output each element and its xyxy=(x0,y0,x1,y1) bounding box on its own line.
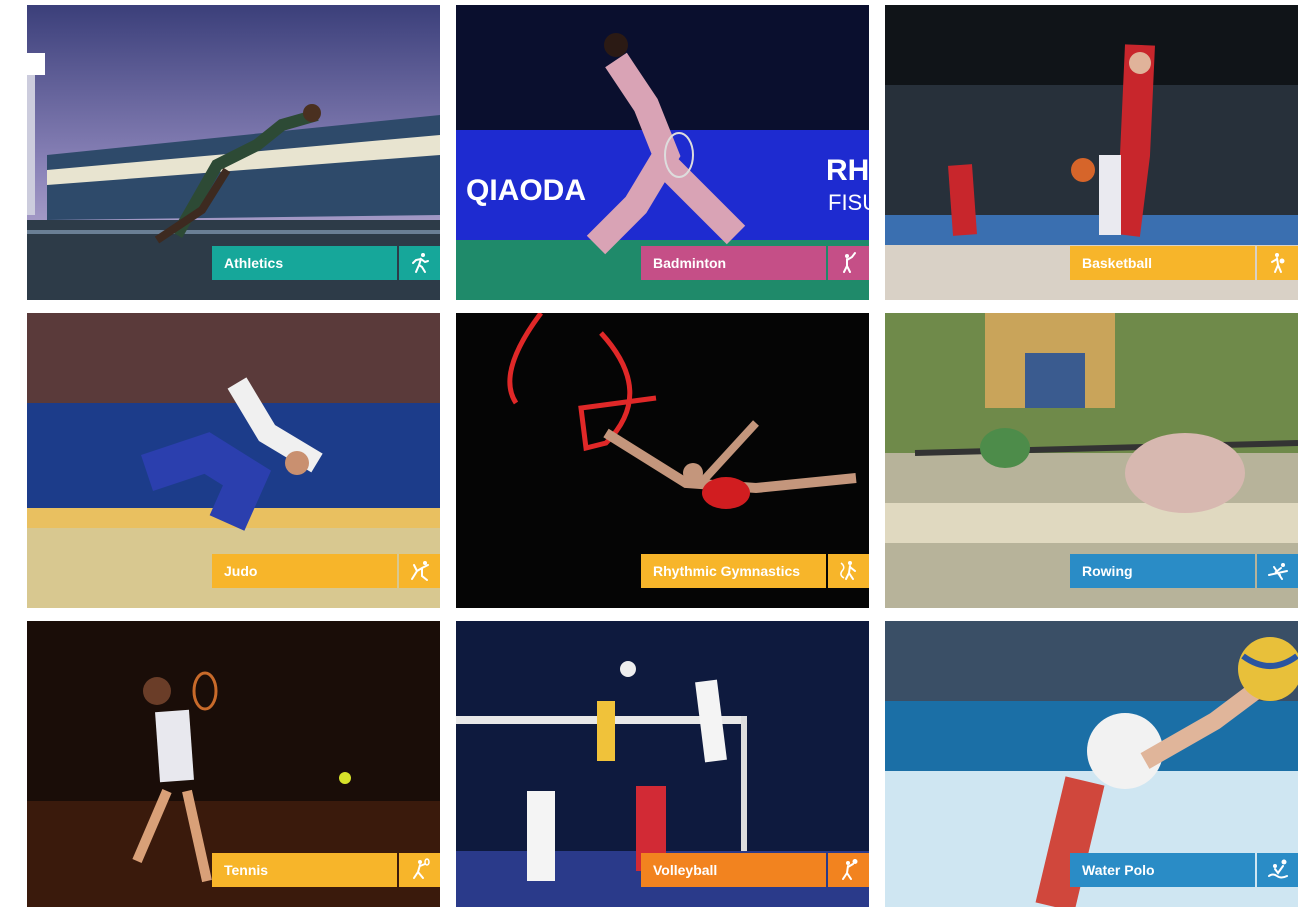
sport-name: Basketball xyxy=(1070,246,1255,280)
sports-grid: Athletics QIAODA RH FISU Badminton xyxy=(27,5,1298,907)
athletics-runner-icon xyxy=(399,246,440,280)
sport-tile-basketball[interactable]: Basketball xyxy=(885,5,1298,300)
sport-tile-tennis[interactable]: Tennis xyxy=(27,621,440,907)
svg-text:QIAODA: QIAODA xyxy=(466,174,586,207)
sport-label: Judo xyxy=(212,554,440,588)
sport-tile-water-polo[interactable]: Water Polo xyxy=(885,621,1298,907)
volleyball-player-icon xyxy=(828,853,869,887)
sport-tile-rowing[interactable]: Rowing xyxy=(885,313,1298,608)
svg-text:FISU: FISU xyxy=(828,190,869,215)
sport-label: Water Polo xyxy=(1070,853,1298,887)
sport-label: Tennis xyxy=(212,853,440,887)
sport-name: Athletics xyxy=(212,246,397,280)
gymnast-ribbon-icon xyxy=(828,554,869,588)
sport-name: Volleyball xyxy=(641,853,826,887)
tennis-player-icon xyxy=(399,853,440,887)
badminton-player-icon xyxy=(828,246,869,280)
water-polo-icon xyxy=(1257,853,1298,887)
sport-label: Rowing xyxy=(1070,554,1298,588)
sport-tile-athletics[interactable]: Athletics xyxy=(27,5,440,300)
basketball-player-icon xyxy=(1257,246,1298,280)
judo-throw-icon xyxy=(399,554,440,588)
rowing-icon xyxy=(1257,554,1298,588)
sport-label: Volleyball xyxy=(641,853,869,887)
sport-name: Rowing xyxy=(1070,554,1255,588)
sport-label: Badminton xyxy=(641,246,869,280)
sport-tile-badminton[interactable]: QIAODA RH FISU Badminton xyxy=(456,5,869,300)
sport-label: Basketball xyxy=(1070,246,1298,280)
svg-text:RH: RH xyxy=(826,154,869,187)
sport-label: Athletics xyxy=(212,246,440,280)
sport-name: Tennis xyxy=(212,853,397,887)
sport-tile-rhythmic-gymnastics[interactable]: Rhythmic Gymnastics xyxy=(456,313,869,608)
sport-tile-volleyball[interactable]: Volleyball xyxy=(456,621,869,907)
sport-label: Rhythmic Gymnastics xyxy=(641,554,869,588)
sport-name: Judo xyxy=(212,554,397,588)
sport-tile-judo[interactable]: Judo xyxy=(27,313,440,608)
sport-name: Water Polo xyxy=(1070,853,1255,887)
sport-name: Rhythmic Gymnastics xyxy=(641,554,826,588)
sport-name: Badminton xyxy=(641,246,826,280)
